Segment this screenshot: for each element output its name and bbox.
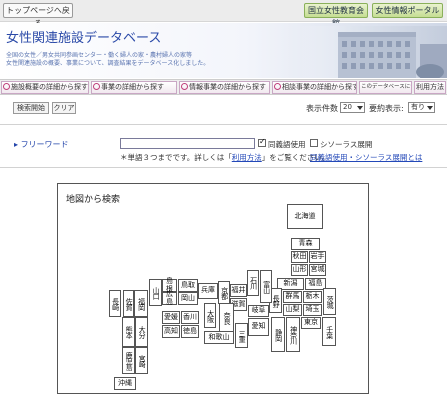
note-prefix: ＊単語３つまでです。詳しくは「 xyxy=(120,153,232,162)
usage-link[interactable]: 利用方法 xyxy=(232,153,262,162)
map-title: 地図から検索 xyxy=(66,195,121,205)
tab-label: 情報事業の詳細から探す xyxy=(189,83,266,91)
search-nav-bar: 施設概要の詳細から探す 事業の詳細から探す 情報事業の詳細から探す 相談事業の詳… xyxy=(0,79,447,95)
pref-shizuoka[interactable]: 静岡 xyxy=(271,317,285,352)
hero-banner: 女性関連施設データベース 全国の女性／男女共同参画センター・働く婦人の家・農村婦… xyxy=(0,23,447,78)
pref-kyoto[interactable]: 京都 xyxy=(218,281,230,304)
chevron-down-icon xyxy=(427,106,433,110)
thesaurus-label: シソーラス展開 xyxy=(320,140,373,149)
building-photo xyxy=(300,26,447,78)
pref-miyazaki[interactable]: 宮崎 xyxy=(135,347,148,374)
pref-gifu[interactable]: 岐阜 xyxy=(248,305,269,317)
synonym-label: 同義語使用 xyxy=(268,140,306,149)
pref-gunma[interactable]: 群馬 xyxy=(283,291,302,303)
free-word-input[interactable] xyxy=(120,138,255,149)
results-count-value: 20 xyxy=(343,103,352,111)
pref-wakayama[interactable]: 和歌山 xyxy=(204,331,234,344)
tab-program-details[interactable]: 事業の詳細から探す xyxy=(91,81,177,94)
top-bar: トップページへ戻る 国立女性教育会館 女性情報ポータル xyxy=(0,0,447,28)
back-to-top-button[interactable]: トップページへ戻る xyxy=(3,3,73,28)
tab-consultation-program[interactable]: 相談事業の詳細から探す xyxy=(272,81,357,94)
pref-tottori[interactable]: 鳥取 xyxy=(178,279,198,292)
pref-yamagata[interactable]: 山形 xyxy=(291,264,308,276)
pref-yamanashi[interactable]: 山梨 xyxy=(283,304,302,316)
search-controls: 検索開始 クリア 表示件数 20 要約表示: 有り xyxy=(0,98,447,118)
summary-display-value: 有り xyxy=(411,103,425,111)
pref-fukui[interactable]: 福井 xyxy=(230,284,247,297)
synonym-thesaurus-help-link[interactable]: 同義語使用・シソーラス展開とは xyxy=(310,152,422,163)
map-search-panel: 地図から検索 北海道 青森 秋田 岩手 山形 宮城 新潟 福島 長野 群馬 栃木… xyxy=(57,183,369,394)
clear-button[interactable]: クリア xyxy=(52,102,76,114)
pref-iwate[interactable]: 岩手 xyxy=(309,251,326,263)
pref-hyogo[interactable]: 兵庫 xyxy=(198,283,218,299)
magnifier-icon xyxy=(181,83,188,90)
pref-kochi[interactable]: 高知 xyxy=(162,325,180,338)
nwec-portal-button[interactable]: 国立女性教育会館 xyxy=(304,3,368,28)
magnifier-icon xyxy=(274,83,281,90)
summary-display-select[interactable]: 有り xyxy=(408,102,435,113)
women-info-portal-button[interactable]: 女性情報ポータル xyxy=(372,3,443,18)
pref-tochigi[interactable]: 栃木 xyxy=(303,291,322,303)
pref-saga[interactable]: 佐賀 xyxy=(123,290,134,317)
pref-ehime[interactable]: 愛媛 xyxy=(162,311,180,324)
pref-chiba[interactable]: 千葉 xyxy=(322,317,336,346)
pref-miyagi[interactable]: 宮城 xyxy=(309,264,326,276)
tab-facility-overview[interactable]: 施設概要の詳細から探す xyxy=(1,81,89,94)
results-count-label: 表示件数 xyxy=(306,104,338,113)
free-word-label-text: フリーワード xyxy=(20,140,69,149)
synonym-checkbox[interactable] xyxy=(258,137,266,147)
pref-osaka[interactable]: 大阪 xyxy=(204,303,216,328)
pref-yamaguchi[interactable]: 山口 xyxy=(149,279,162,306)
pref-akita[interactable]: 秋田 xyxy=(291,251,308,263)
pref-aomori[interactable]: 青森 xyxy=(291,238,320,250)
pref-hiroshima[interactable]: 広島 xyxy=(162,290,177,305)
summary-display-label: 要約表示: xyxy=(369,104,404,113)
keyword-note: ＊単語３つまでです。詳しくは「利用方法」をご覧ください。 xyxy=(120,152,329,163)
tab-label: 相談事業の詳細から探す xyxy=(282,83,357,91)
pref-nara[interactable]: 奈良 xyxy=(219,303,234,333)
free-word-section: ▸ フリーワード 同義語使用 シソーラス展開 ＊単語３つまでです。詳しくは「利用… xyxy=(0,124,447,168)
pref-ibaraki[interactable]: 茨城 xyxy=(323,288,336,315)
tab-information-program[interactable]: 情報事業の詳細から探す xyxy=(179,81,270,94)
pref-nagasaki[interactable]: 長崎 xyxy=(109,290,121,317)
magnifier-icon xyxy=(93,83,100,90)
pref-toyama[interactable]: 富山 xyxy=(260,270,272,303)
pref-saitama[interactable]: 埼玉 xyxy=(303,304,322,316)
tab-label: 施設概要の詳細から探す xyxy=(11,83,88,91)
pref-ishikawa[interactable]: 石川 xyxy=(247,270,259,296)
results-count-select[interactable]: 20 xyxy=(340,102,365,113)
tab-label: 事業の詳細から探す xyxy=(101,83,164,91)
chevron-down-icon xyxy=(357,106,363,110)
magnifier-icon xyxy=(3,83,10,90)
free-word-label: ▸ フリーワード xyxy=(14,139,69,150)
pref-hokkaido[interactable]: 北海道 xyxy=(287,204,323,229)
pref-kagoshima[interactable]: 鹿児島 xyxy=(122,347,135,374)
pref-aichi[interactable]: 愛知 xyxy=(248,318,269,336)
tab-how-to-use[interactable]: 利用方法 xyxy=(414,81,446,94)
pref-kanagawa[interactable]: 神奈川 xyxy=(286,317,300,352)
pref-okinawa[interactable]: 沖縄 xyxy=(114,377,136,390)
search-start-button[interactable]: 検索開始 xyxy=(13,102,49,114)
pref-oita[interactable]: 大分 xyxy=(135,317,148,347)
pref-tokushima[interactable]: 徳島 xyxy=(181,325,199,338)
pref-fukuoka[interactable]: 福岡 xyxy=(134,290,148,317)
pref-kagawa[interactable]: 香川 xyxy=(181,311,199,324)
tab-about-database[interactable]: このデータベースについて xyxy=(359,81,412,94)
thesaurus-checkbox[interactable] xyxy=(310,139,318,147)
page-title: 女性関連施設データベース xyxy=(6,31,162,46)
pref-okayama[interactable]: 岡山 xyxy=(178,292,198,305)
pref-mie[interactable]: 三重 xyxy=(235,323,248,348)
pref-tokyo[interactable]: 東京 xyxy=(301,317,321,329)
hero-subtitle-2: 女性関連施設の概要、事業について、調査結果をデータベース化しました。 xyxy=(6,60,210,67)
pref-kumamoto[interactable]: 熊本 xyxy=(122,317,135,347)
